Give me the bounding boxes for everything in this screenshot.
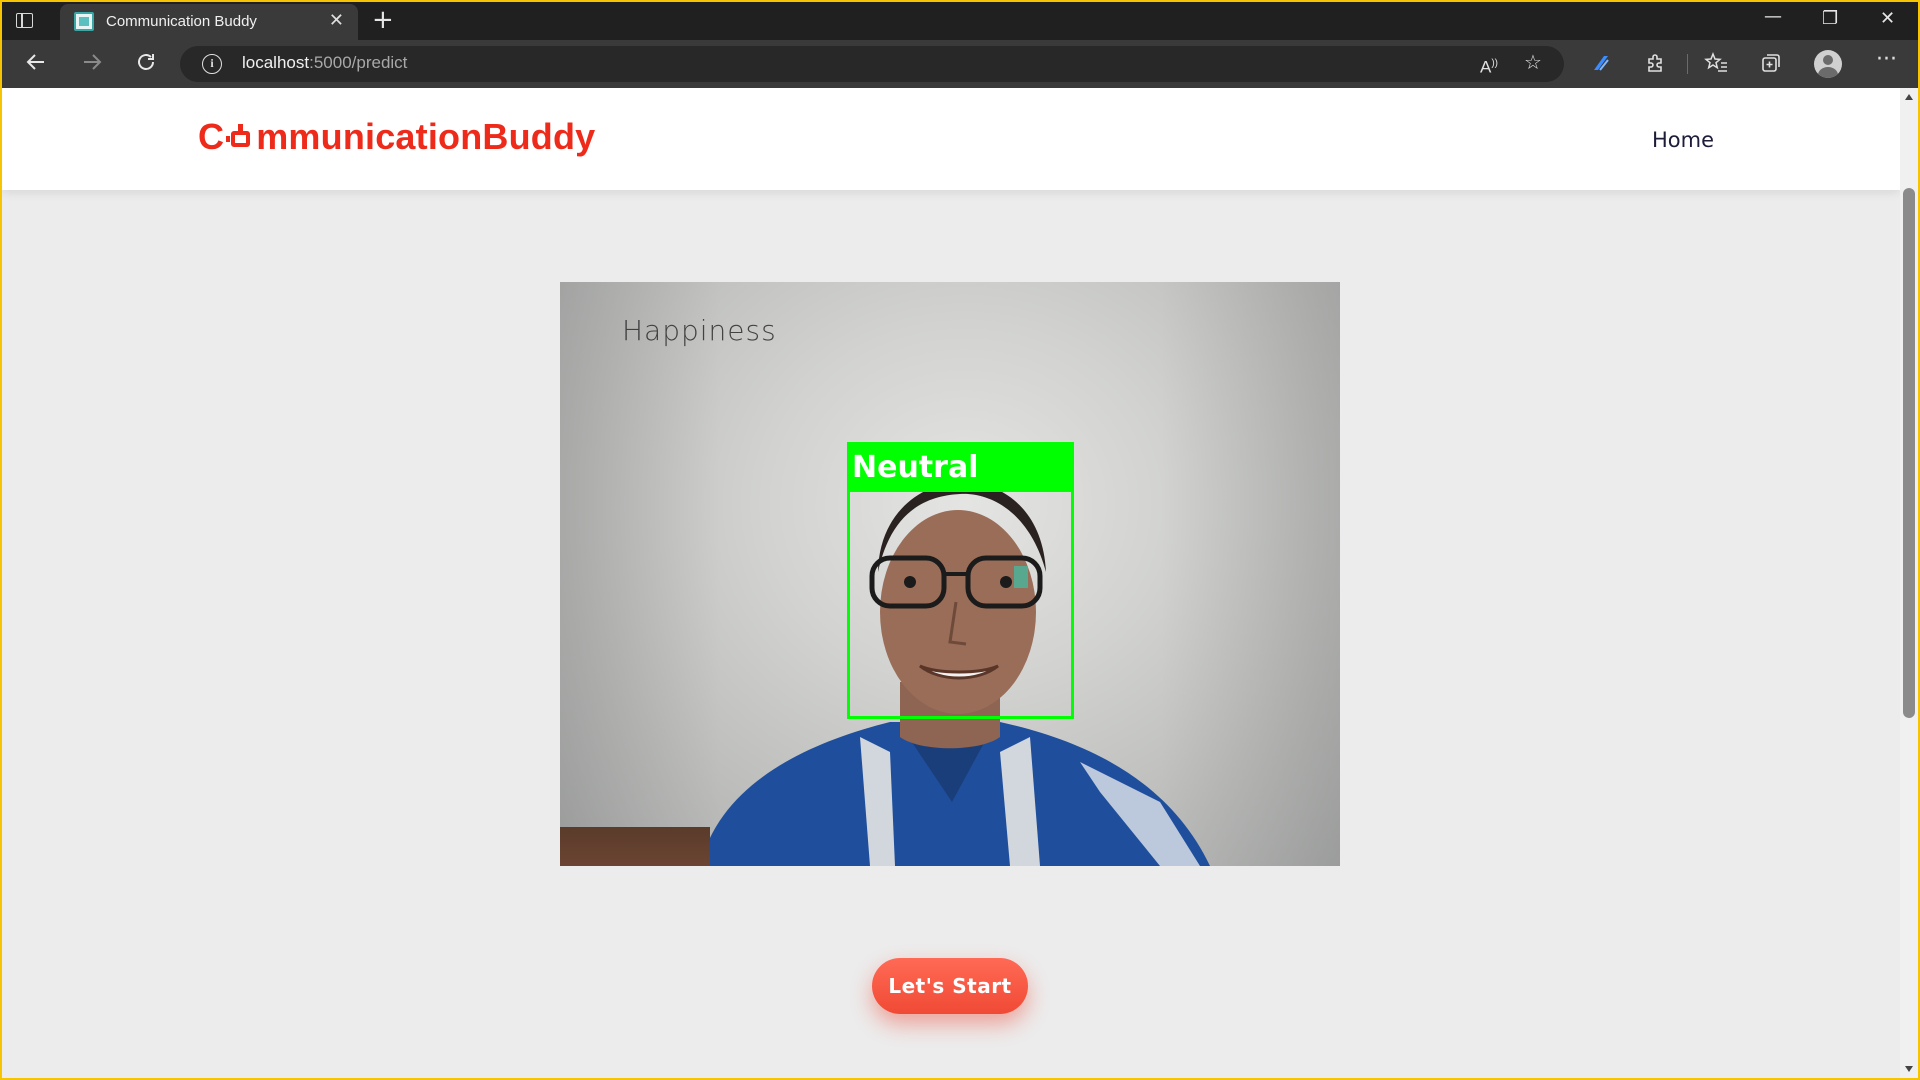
extensions-icon[interactable] (1644, 52, 1666, 79)
robot-icon (225, 122, 255, 152)
new-tab-button[interactable]: + (372, 6, 394, 34)
page-scrollbar[interactable] (1900, 88, 1918, 1078)
collections-icon[interactable] (1760, 52, 1782, 79)
webcam-feed: Happiness Neutral (560, 282, 1340, 866)
favicon-icon (74, 12, 94, 31)
scroll-up-icon[interactable] (1905, 94, 1913, 100)
profile-icon[interactable] (1814, 50, 1842, 78)
site-info-icon[interactable]: i (202, 54, 222, 74)
sofa-background (560, 827, 710, 866)
read-aloud-icon[interactable]: A)) (1480, 52, 1498, 80)
close-window-icon[interactable]: ✕ (1880, 8, 1895, 29)
favorites-icon[interactable] (1704, 51, 1728, 79)
more-icon[interactable]: ··· (1876, 48, 1897, 72)
toolbar-divider (1687, 54, 1688, 74)
page-viewport: C mmunicationBuddy Home Happiness Neutra… (2, 88, 1918, 1078)
tab-communication-buddy[interactable]: Communication Buddy ✕ (60, 4, 358, 40)
brand-logo[interactable]: C mmunicationBuddy (198, 116, 595, 158)
tab-strip: Communication Buddy ✕ + — ❐ ✕ (2, 2, 1918, 40)
target-emotion-label: Happiness (622, 314, 777, 347)
url-text[interactable]: localhost:5000/predict (242, 53, 407, 73)
scroll-thumb[interactable] (1903, 188, 1915, 718)
forward-icon[interactable] (80, 50, 104, 80)
browser-window: Communication Buddy ✕ + — ❐ ✕ i localhos… (2, 2, 1918, 1078)
tab-title: Communication Buddy (106, 13, 257, 30)
detected-emotion-label: Neutral (852, 450, 979, 485)
browser-toolbar: i localhost:5000/predict A)) ☆ ··· (2, 40, 1918, 88)
copilot-icon[interactable] (1590, 52, 1612, 79)
site-header: C mmunicationBuddy Home (2, 88, 1900, 190)
scroll-down-icon[interactable] (1905, 1066, 1913, 1072)
refresh-icon[interactable] (134, 50, 158, 80)
restore-icon[interactable]: ❐ (1822, 8, 1838, 29)
back-icon[interactable] (24, 50, 48, 80)
lets-start-button[interactable]: Let's Start (872, 958, 1028, 1014)
close-tab-icon[interactable]: ✕ (329, 11, 344, 31)
address-bar[interactable]: i localhost:5000/predict A)) ☆ (180, 46, 1564, 82)
add-favorite-icon[interactable]: ☆ (1524, 50, 1542, 74)
minimize-icon[interactable]: — (1764, 6, 1782, 27)
tab-actions-icon[interactable] (14, 10, 36, 32)
nav-home-link[interactable]: Home (1652, 128, 1714, 152)
